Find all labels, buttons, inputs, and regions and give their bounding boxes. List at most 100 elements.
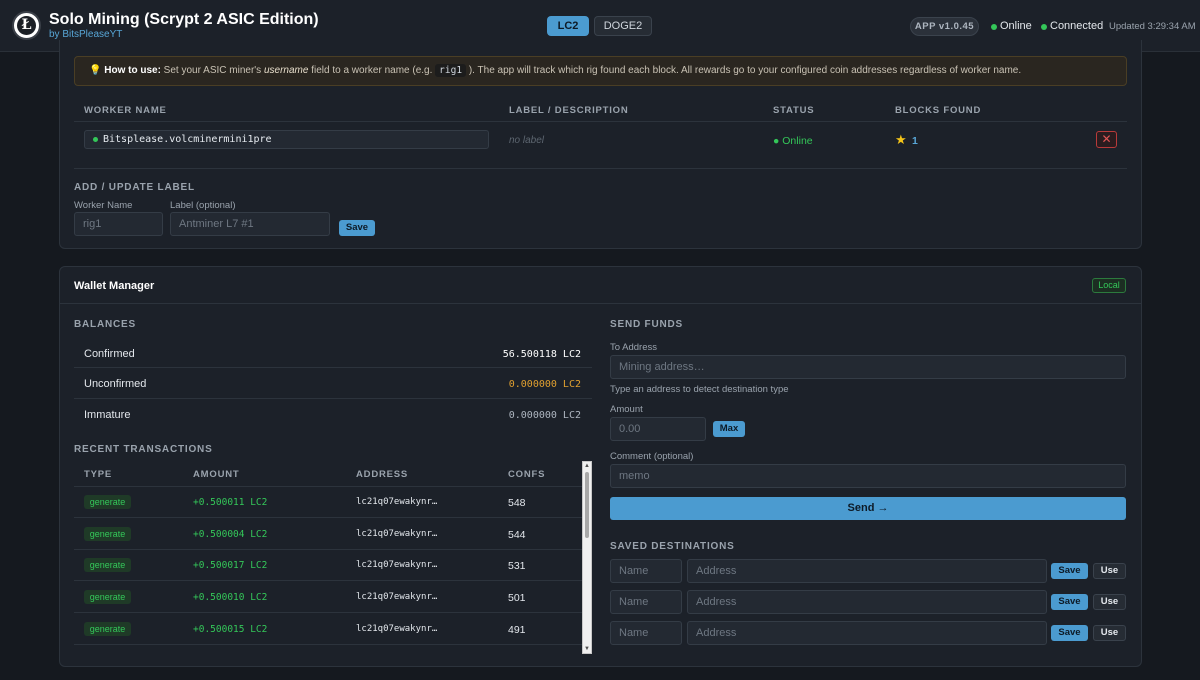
divider	[60, 303, 1141, 304]
recent-transactions-title: RECENT TRANSACTIONS	[74, 444, 213, 455]
tx-confs: 501	[508, 592, 526, 604]
online-status: Online	[1000, 20, 1032, 32]
wallet-title: Wallet Manager	[74, 280, 155, 292]
comment-input[interactable]	[610, 464, 1126, 488]
worker-blocks-cell: 1	[912, 135, 918, 147]
tx-confs: 491	[508, 624, 526, 636]
tx-type-badge: generate	[84, 495, 131, 509]
tx-address[interactable]: lc21q07ewakynr…	[356, 529, 437, 539]
saved-address-input[interactable]	[687, 621, 1047, 645]
scroll-down-icon[interactable]: ▼	[583, 645, 591, 653]
divider	[74, 486, 582, 487]
tx-address[interactable]: lc21q07ewakynr…	[356, 497, 437, 507]
save-destination-button[interactable]: Save	[1051, 563, 1088, 579]
scroll-up-icon[interactable]: ▲	[583, 462, 591, 470]
use-destination-button[interactable]: Use	[1093, 594, 1126, 610]
balances-title: BALANCES	[74, 319, 136, 330]
col-blocks-found: BLOCKS FOUND	[895, 105, 982, 116]
tx-address[interactable]: lc21q07ewakynr…	[356, 592, 437, 602]
save-label-button[interactable]: Save	[339, 220, 375, 236]
tx-amount: +0.500010 LC2	[193, 592, 268, 603]
saved-name-input[interactable]	[610, 590, 682, 614]
transactions-scrollbar[interactable]: ▲ ▼	[582, 461, 592, 654]
tx-col-type: TYPE	[84, 469, 113, 480]
how-to-use-tip: 💡 How to use: Set your ASIC miner's user…	[74, 56, 1127, 86]
divider	[74, 398, 592, 399]
divider	[74, 549, 582, 550]
tx-type-badge: generate	[84, 590, 131, 604]
tx-address[interactable]: lc21q07ewakynr…	[356, 560, 437, 570]
save-destination-button[interactable]: Save	[1051, 625, 1088, 641]
tx-confs: 531	[508, 560, 526, 572]
tx-type-badge: generate	[84, 558, 131, 572]
tx-col-address: ADDRESS	[356, 469, 409, 480]
divider	[74, 367, 592, 368]
worker-status-cell: ● Online	[773, 135, 813, 147]
tx-amount: +0.500004 LC2	[193, 529, 268, 540]
address-hint: Type an address to detect destination ty…	[610, 384, 789, 395]
online-dot-icon	[991, 24, 997, 30]
tx-type-badge: generate	[84, 527, 131, 541]
app-title: Solo Mining (Scrypt 2 ASIC Edition)	[49, 11, 319, 28]
worker-name-input[interactable]	[74, 212, 163, 236]
tx-amount: +0.500015 LC2	[193, 624, 268, 635]
tip-title: How to use:	[104, 65, 161, 76]
saved-address-input[interactable]	[687, 559, 1047, 583]
divider	[74, 517, 582, 518]
save-destination-button[interactable]: Save	[1051, 594, 1088, 610]
balance-confirmed-label: Confirmed	[84, 348, 135, 360]
divider	[74, 168, 1127, 169]
use-destination-button[interactable]: Use	[1093, 625, 1126, 641]
send-funds-title: SEND FUNDS	[610, 319, 684, 330]
app-subtitle: by BitsPleaseYT	[49, 29, 123, 40]
to-address-input[interactable]	[610, 355, 1126, 379]
col-worker-name: WORKER NAME	[84, 105, 167, 116]
saved-name-input[interactable]	[610, 559, 682, 583]
worker-label-input[interactable]	[170, 212, 330, 236]
add-label-title: ADD / UPDATE LABEL	[74, 182, 195, 193]
tx-col-amount: AMOUNT	[193, 469, 240, 480]
balance-confirmed-value: 56.500118 LC2	[502, 349, 581, 360]
connected-dot-icon	[1041, 24, 1047, 30]
max-button[interactable]: Max	[713, 421, 745, 437]
litecoin-logo-icon: Ł	[12, 11, 41, 40]
balance-unconfirmed-value: 0.000000 LC2	[508, 379, 581, 390]
local-badge: Local	[1092, 278, 1126, 293]
label-optional-label: Label (optional)	[170, 200, 236, 211]
scrollbar-thumb[interactable]	[585, 472, 589, 538]
lightbulb-icon: 💡	[89, 65, 102, 76]
col-status: STATUS	[773, 105, 815, 116]
tx-amount: +0.500011 LC2	[193, 497, 268, 508]
delete-worker-button[interactable]: ✕	[1096, 131, 1117, 148]
divider	[74, 121, 1127, 122]
divider	[74, 580, 582, 581]
version-badge: APP v1.0.45	[910, 17, 979, 36]
connected-status: Connected	[1050, 20, 1104, 32]
comment-label: Comment (optional)	[610, 451, 694, 462]
balance-unconfirmed-label: Unconfirmed	[84, 378, 147, 390]
tx-confs: 548	[508, 497, 526, 509]
worker-label-cell: no label	[509, 135, 545, 146]
divider	[74, 612, 582, 613]
saved-name-input[interactable]	[610, 621, 682, 645]
amount-input[interactable]	[610, 417, 706, 441]
worker-name-cell: Bitsplease.volcminermini1pre	[84, 130, 489, 149]
tx-type-badge: generate	[84, 622, 131, 636]
saved-address-input[interactable]	[687, 590, 1047, 614]
col-label: LABEL / DESCRIPTION	[509, 105, 629, 116]
send-button[interactable]: Send →	[610, 497, 1126, 520]
use-destination-button[interactable]: Use	[1093, 563, 1126, 579]
to-address-label: To Address	[610, 342, 657, 353]
balance-immature-value: 0.000000 LC2	[508, 410, 581, 421]
tab-doge2[interactable]: DOGE2	[594, 16, 652, 36]
saved-destinations-title: SAVED DESTINATIONS	[610, 541, 735, 552]
amount-label: Amount	[610, 404, 643, 415]
tx-col-confs: CONFS	[508, 469, 546, 480]
updated-timestamp: Updated 3:29:34 AM	[1109, 21, 1196, 32]
online-dot-icon	[93, 137, 98, 142]
divider	[74, 644, 582, 645]
tab-lc2[interactable]: LC2	[547, 16, 589, 36]
tx-address[interactable]: lc21q07ewakynr…	[356, 624, 437, 634]
tx-confs: 544	[508, 529, 526, 541]
star-icon: ★	[895, 132, 907, 147]
